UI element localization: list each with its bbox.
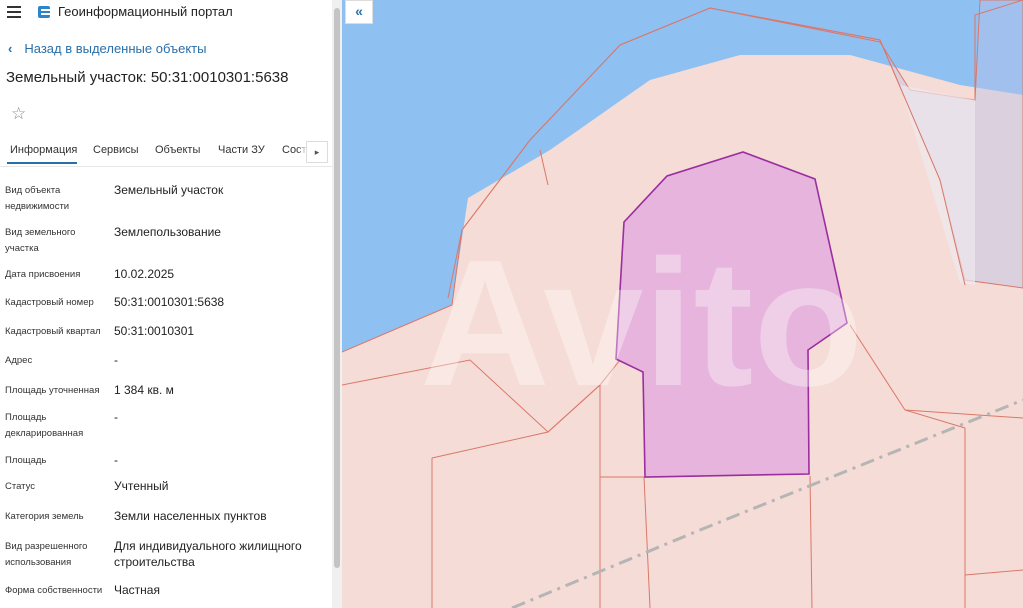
cadastral-map[interactable]: Avito (342, 0, 1023, 608)
tab-objects[interactable]: Объекты (155, 144, 200, 156)
property-value: Для индивидуального жилищного строительс… (114, 539, 302, 569)
tab-parts[interactable]: Части ЗУ (218, 144, 265, 156)
cadastral-number-value: 50:31:0010301:5638 (114, 295, 225, 309)
property-value: Частная (114, 583, 160, 597)
back-to-selected-link[interactable]: ‹ Назад в выделенные объекты (8, 41, 206, 56)
property-value: - (114, 353, 118, 367)
property-label: Форма собственности (5, 585, 103, 596)
property-value: Землепользование (114, 225, 221, 239)
scrollbar-thumb[interactable] (334, 8, 340, 568)
tab-information[interactable]: Информация (10, 144, 77, 156)
double-chevron-left-icon[interactable]: « (345, 0, 373, 24)
top-bar: Геоинформационный портал (0, 0, 336, 26)
property-label: Вид объекта недвижимости (5, 185, 70, 212)
property-label: Категория земель (5, 511, 84, 522)
app-title: Геоинформационный портал (58, 4, 233, 19)
property-label: Площадь (5, 455, 47, 466)
property-label: Кадастровый номер (5, 297, 94, 308)
property-label: Площадь декларированная (5, 412, 84, 439)
page-title: Земельный участок: 50:31:0010301:5638 (6, 69, 289, 86)
star-icon[interactable]: ☆ (11, 104, 26, 124)
property-label: Статус (5, 481, 36, 492)
property-label: Адрес (5, 355, 33, 366)
back-link-label: Назад в выделенные объекты (24, 41, 207, 56)
property-value: - (114, 410, 118, 424)
property-label: Вид разрешенного использования (5, 541, 88, 568)
area-value: 1 384 кв. м (114, 383, 174, 397)
active-tab-indicator (7, 162, 77, 164)
hamburger-icon[interactable] (7, 6, 21, 18)
property-label: Вид земельного участка (5, 227, 76, 254)
property-value: Земли населенных пунктов (114, 509, 267, 523)
tab-services[interactable]: Сервисы (93, 144, 139, 156)
chevron-right-icon[interactable]: ▸ (306, 141, 328, 163)
chevron-left-icon: ‹ (8, 41, 13, 56)
property-label: Дата присвоения (5, 269, 81, 280)
portal-logo-icon (38, 6, 50, 18)
property-label: Площадь уточненная (5, 385, 100, 396)
property-label: Кадастровый квартал (5, 326, 101, 337)
panel-scrollbar[interactable] (332, 0, 342, 608)
status-value: Учтенный (114, 479, 169, 493)
property-value: 50:31:0010301 (114, 324, 195, 338)
info-panel: Геоинформационный портал ‹ Назад в выделе… (0, 0, 336, 608)
property-value: Земельный участок (114, 183, 224, 197)
property-value: 10.02.2025 (114, 267, 175, 281)
avito-watermark: Avito (420, 223, 863, 424)
property-value: - (114, 453, 118, 467)
tabs-divider (0, 166, 332, 167)
